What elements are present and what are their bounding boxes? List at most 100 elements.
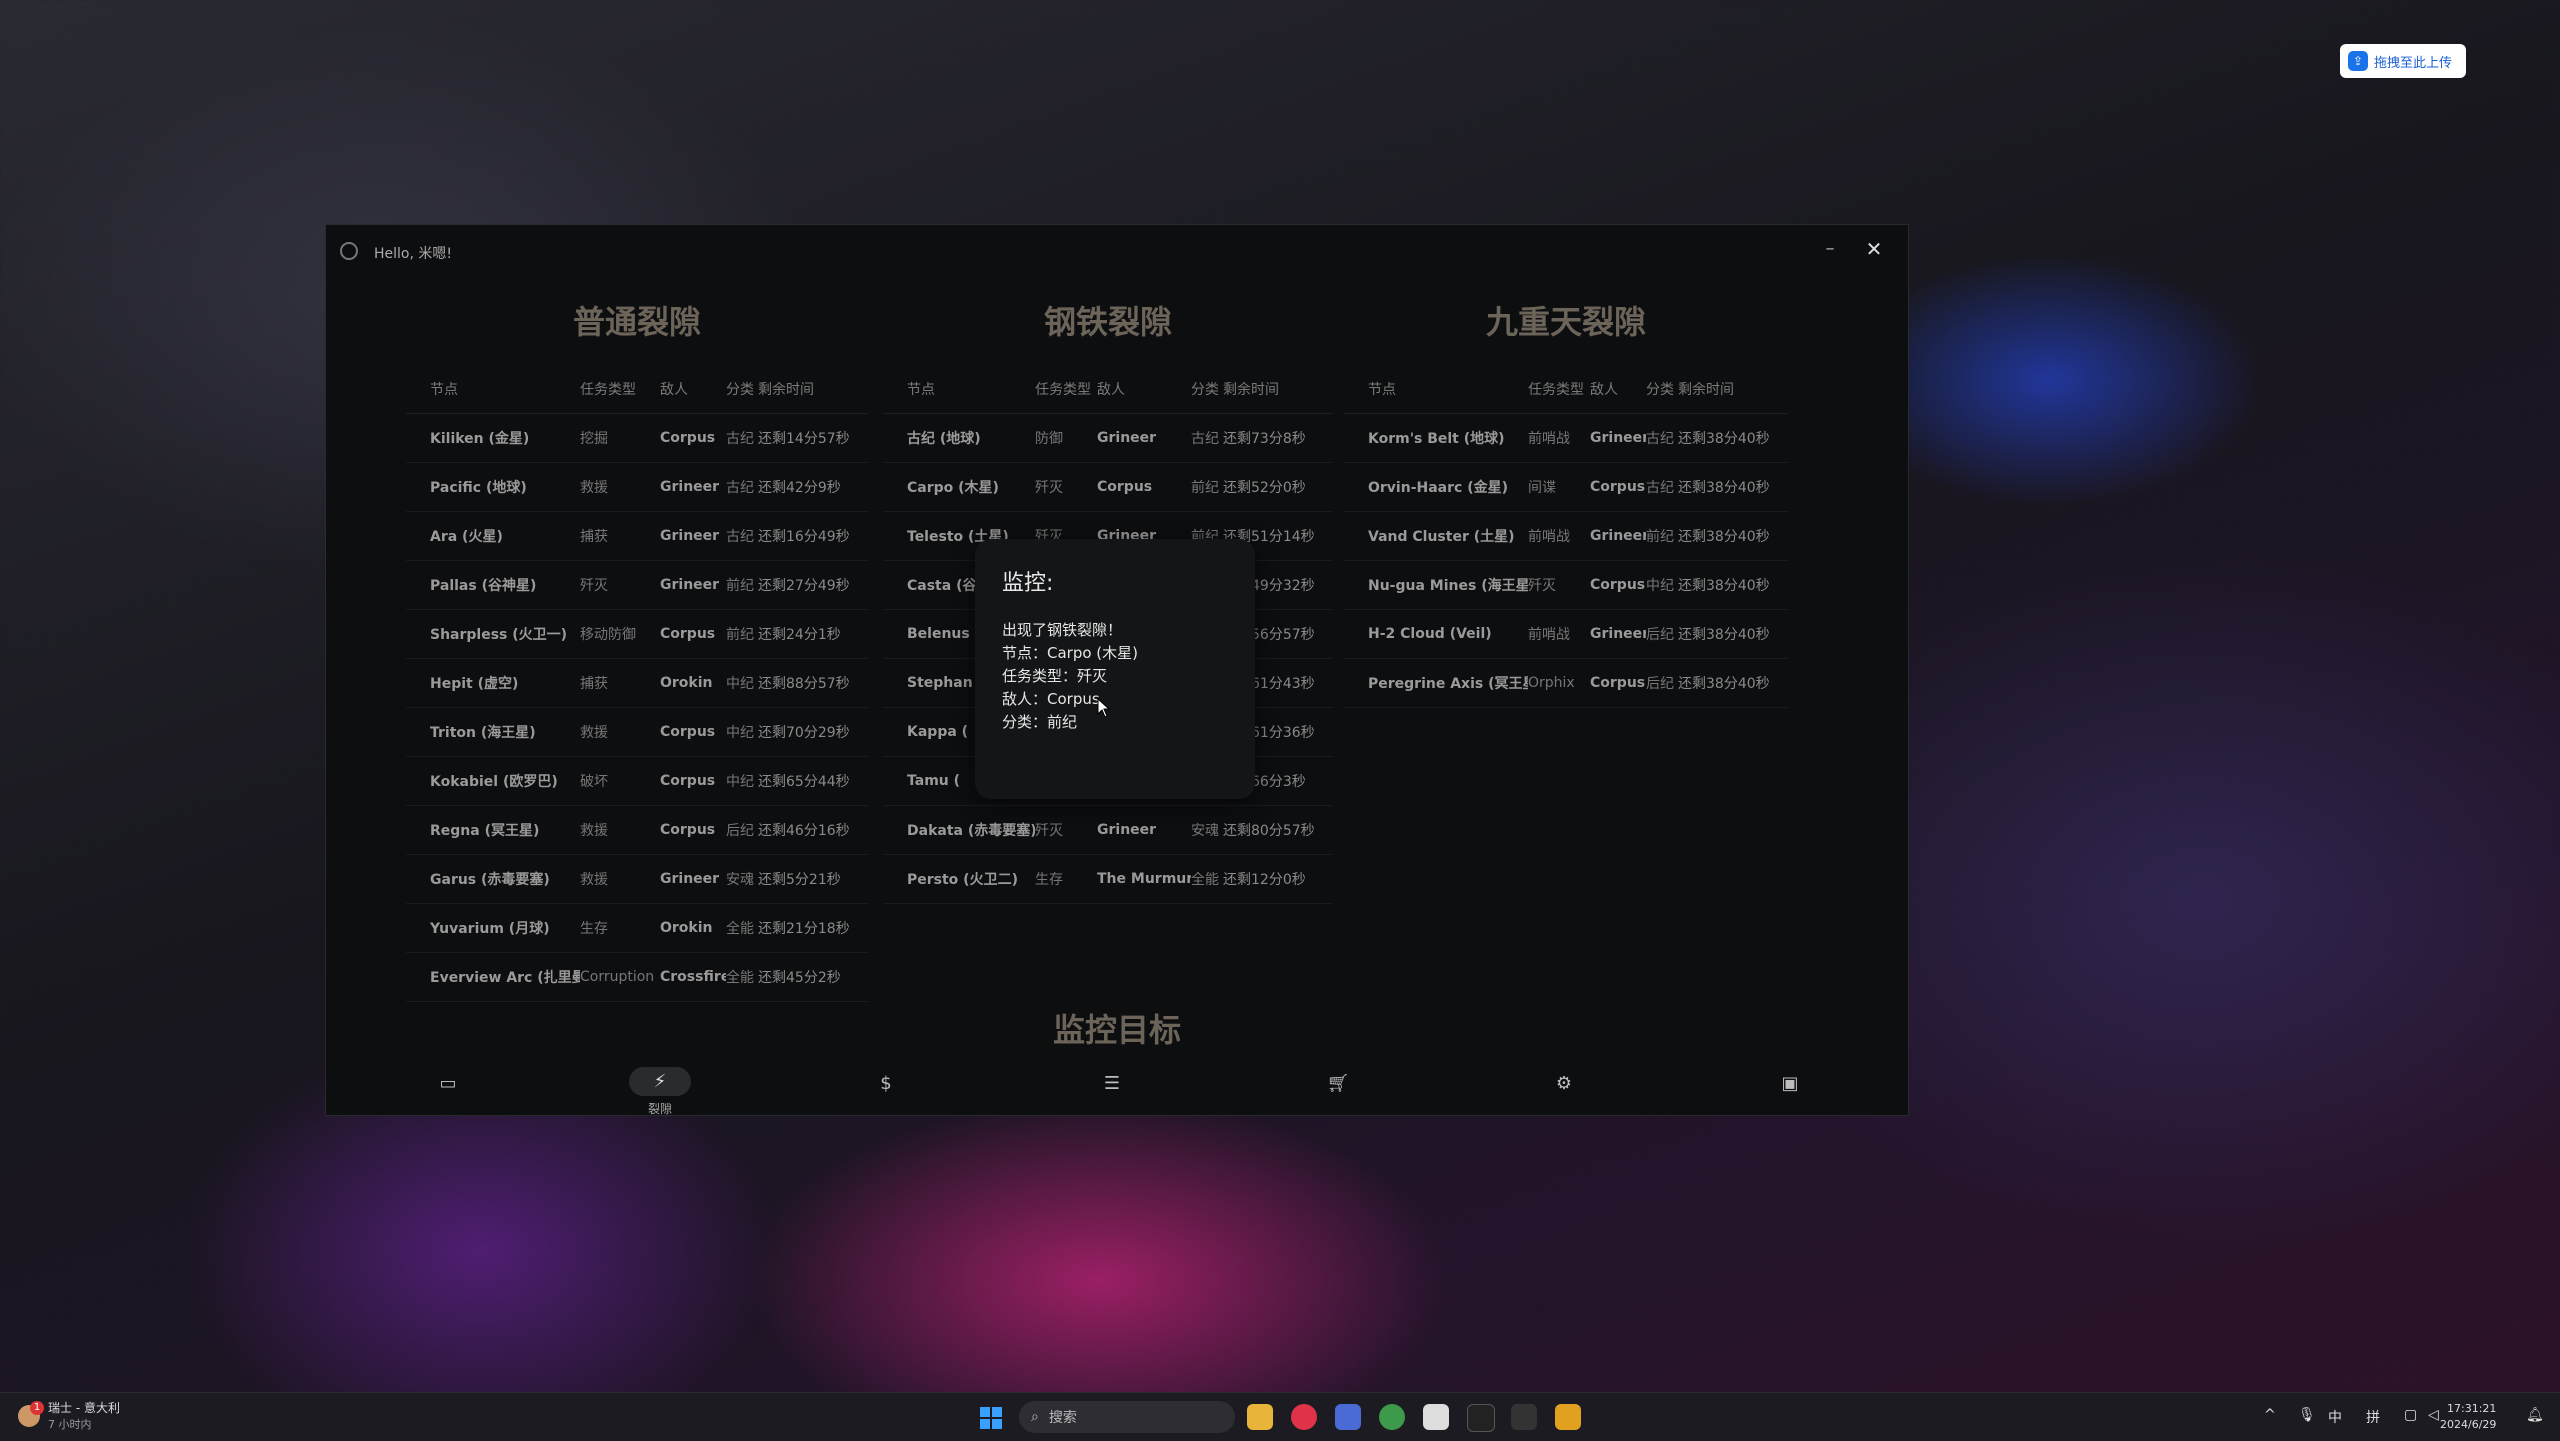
table-row: Orvin-Haarc (金星) 间谍 Corpus 古纪 还剩38分40秒 [1344,463,1788,512]
enemy-header: 敌人 [660,382,688,398]
category-header: 分类 [1191,382,1219,398]
node-cell: Dakata (赤毒要塞) [907,823,1035,839]
system-clock[interactable]: 17:31:21 2024/6/29 [2440,1401,2496,1433]
weather-widget[interactable]: 1 瑞士 - 意大利 7 小时内 [18,1399,120,1432]
nav-item-shop[interactable]: 🛒︎ [1306,1057,1370,1117]
section-title: 普通裂隙 [572,303,701,341]
node-cell: Yuvarium (月球) [430,921,550,937]
category-cell: 古纪 [1646,480,1674,496]
category-cell: 古纪 [726,529,754,545]
remaining-time-cell: 还剩38分40秒 [1678,529,1770,545]
mission-type-cell: 救援 [580,725,608,741]
sublime-icon[interactable] [1555,1404,1581,1430]
table-header: 节点 任务类型 敌人 分类 剩余时间 [883,377,1333,414]
category-cell: 前纪 [726,578,754,594]
enemy-cell: Grineer [1590,528,1646,544]
node-cell: Ara (火星) [430,529,503,545]
nav-item-fissure[interactable]: ⚡ 裂隙 [628,1057,692,1117]
mission-type-cell: 歼灭 [1035,480,1063,496]
enemy-cell: Orokin [660,920,713,936]
enemy-cell: Corpus [1590,577,1646,593]
microphone-icon[interactable]: 🎙︎ [2298,1407,2316,1423]
table-row: Hepit (虚空) 捕获 Orokin 中纪 还剩88分57秒 [406,659,868,708]
mission-type-cell: 生存 [580,921,608,937]
node-cell: Peregrine Axis (冥王星) [1368,676,1528,692]
nav-item-fissure-label: 裂隙 [647,1102,672,1116]
monitor-popup[interactable]: 监控: 出现了钢铁裂隙！ 节点：Carpo (木星) 任务类型：歼灭 敌人：Co… [975,539,1255,799]
popup-line: 任务类型：歼灭 [1002,667,1108,685]
table-row: Nu-gua Mines (海王星) 歼灭 Corpus 中纪 还剩38分40秒 [1344,561,1788,610]
category-cell: 安魂 [1191,823,1219,839]
remaining-time-cell: 还剩42分9秒 [758,480,841,496]
mission-type-cell: 生存 [1035,872,1063,888]
mission-type-cell: 捕获 [580,529,608,545]
windows-start-icon[interactable] [980,1407,1002,1429]
minimize-button[interactable]: – [1818,237,1842,261]
mission-type-cell: 歼灭 [580,578,608,594]
chevron-up-icon[interactable]: ^ [2264,1407,2276,1423]
category-cell: 安魂 [726,872,754,888]
mission-type-cell: 救援 [580,872,608,888]
terminal-icon[interactable] [1511,1404,1537,1430]
netease-music-icon[interactable] [1291,1404,1317,1430]
cloud-upload-icon: ⇪ [2348,51,2368,71]
close-button[interactable]: ✕ [1862,237,1886,261]
lightning-icon: ⚡ [629,1067,691,1096]
upload-badge[interactable]: ⇪ 拖拽至此上传 [2340,44,2466,78]
remaining-time-cell: 还剩46分16秒 [758,823,850,839]
file-explorer-icon[interactable] [1247,1404,1273,1430]
volume-icon[interactable]: ◁ [2428,1407,2439,1423]
mission-type-cell: 救援 [580,480,608,496]
qq-icon[interactable] [1467,1404,1495,1432]
ime-mode[interactable]: 中 [2328,1407,2342,1427]
category-cell: 后纪 [1646,627,1674,643]
nav-item-settings[interactable]: ⚙ [1532,1057,1596,1117]
remaining-time-cell: 还剩14分57秒 [758,431,850,447]
remaining-time-cell: 还剩38分40秒 [1678,627,1770,643]
table-row: Peregrine Axis (冥王星) Orphix Corpus 后纪 还剩38分4… [1344,659,1788,708]
category-cell: 全能 [726,970,754,986]
enemy-cell: Grineer [1590,430,1646,446]
nav-item-device[interactable]: ▭ [416,1057,480,1117]
greeting-text: Hello, 米嗯! [374,246,452,262]
table-row: Ara (火星) 捕获 Grineer 古纪 还剩16分49秒 [406,512,868,561]
network-icon[interactable]: ▢ [2404,1407,2417,1423]
list-icon: ☰ [1103,1073,1121,1094]
table-row: H-2 Cloud (Veil) 前哨战 Grineer 后纪 还剩38分40秒 [1344,610,1788,659]
mission-type-header: 任务类型 [1035,382,1091,398]
popup-line: 分类：前纪 [1002,713,1078,731]
dollar-icon: $ [880,1073,892,1094]
taskbar-search[interactable]: ⌕ 搜索 [1019,1401,1235,1433]
notification-icon[interactable]: 🔔︎ [2526,1407,2544,1423]
node-header: 节点 [430,382,458,398]
node-cell: Garus (赤毒要塞) [430,872,550,888]
nav-item-game[interactable]: ▣ [1758,1057,1822,1117]
node-cell: Pallas (谷神星) [430,578,537,594]
app-icon[interactable] [1335,1404,1361,1430]
weather-icon: 1 [18,1400,44,1427]
remaining-time-cell: 还剩70分29秒 [758,725,850,741]
nav-item-list[interactable]: ☰ [1080,1057,1144,1117]
mission-type-cell: Orphix [1528,675,1575,691]
search-icon: ⌕ [1031,1409,1039,1425]
category-cell: 全能 [1191,872,1219,888]
mission-type-cell: Corruption [580,969,655,985]
ime-pinyin[interactable]: 拼 [2366,1407,2380,1427]
gamepad-icon: ▣ [1781,1073,1799,1094]
cat-app-icon[interactable] [1423,1404,1449,1430]
remaining-time-header: 剩余时间 [1223,382,1279,398]
notification-badge: 1 [30,1400,44,1415]
cart-icon: 🛒︎ [1326,1073,1350,1094]
table-header: 节点 任务类型 敌人 分类 剩余时间 [1344,377,1788,414]
weather-title: 瑞士 - 意大利 [48,1401,120,1415]
category-cell: 前纪 [1191,480,1219,496]
section-title: 钢铁裂隙 [1043,303,1172,341]
bottom-nav: ▭ ⚡ 裂隙 $ ☰ 🛒︎ ⚙ ▣ [326,1057,1908,1117]
mission-type-cell: 防御 [1035,431,1063,447]
nav-item-market[interactable]: $ [854,1057,918,1117]
category-cell: 中纪 [726,725,754,741]
remaining-time-cell: 还剩38分40秒 [1678,676,1770,692]
chrome-icon[interactable] [1379,1404,1405,1430]
category-header: 分类 [1646,382,1674,398]
enemy-header: 敌人 [1097,382,1125,398]
